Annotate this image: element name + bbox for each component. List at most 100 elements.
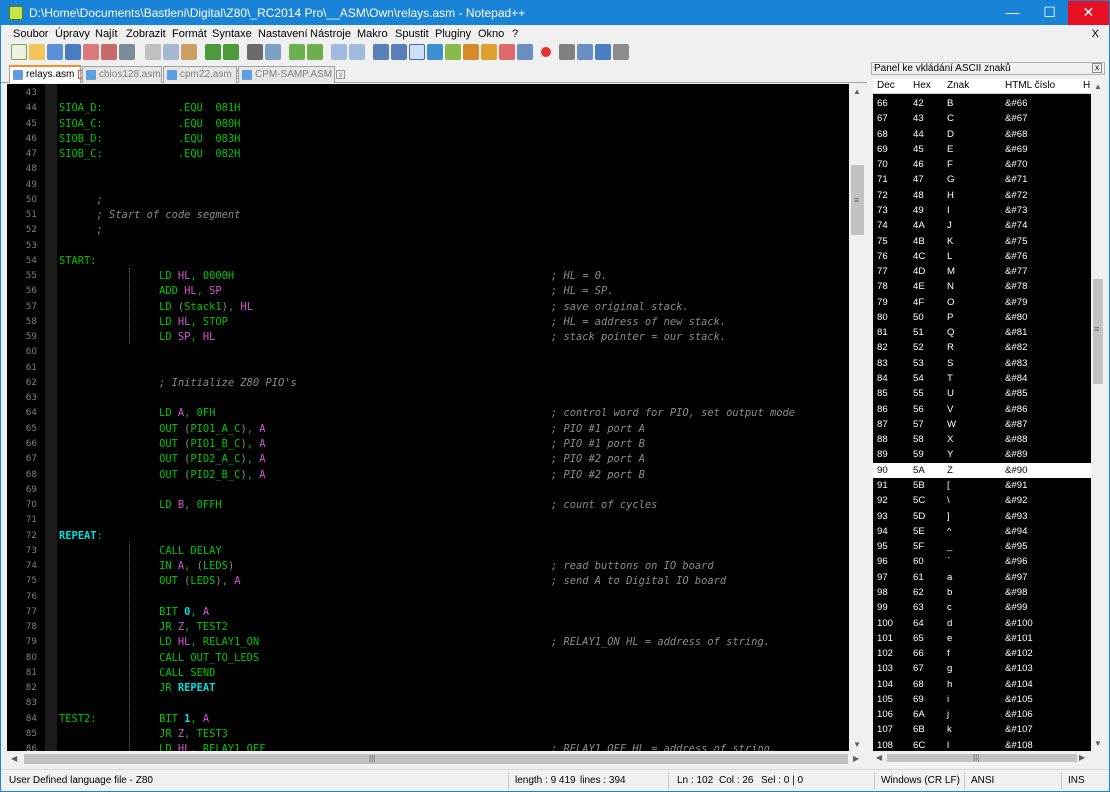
code-line[interactable]: 49 [7,178,849,193]
code-line[interactable]: 60 [7,345,849,360]
copy-icon[interactable] [163,44,179,60]
code-line[interactable]: 51 ; Start of code segment [7,208,849,223]
close-document-x[interactable]: X [1092,28,1099,40]
maximize-button[interactable]: ☐ [1031,1,1068,25]
new-file-icon[interactable] [11,44,27,60]
zoom-in-icon[interactable] [289,44,305,60]
save-macro-icon[interactable] [613,44,629,60]
indent-guide-icon[interactable] [409,44,425,60]
close-file-icon[interactable] [83,44,99,60]
menu-soubor[interactable]: Soubor [13,28,48,40]
menu-spustit[interactable]: Spustit [395,28,429,40]
word-wrap-icon[interactable] [373,44,389,60]
save-all-icon[interactable] [65,44,81,60]
play-macro-icon[interactable] [577,44,593,60]
ascii-row[interactable]: 92 5C \ &#92 [873,493,1091,508]
menu-syntaxe[interactable]: Syntaxe [212,28,252,40]
close-tab-icon[interactable]: x [336,69,346,79]
menu-help[interactable]: ? [512,28,518,40]
ascii-row[interactable]: 90 5A Z &#90 [873,462,1091,478]
zoom-out-icon[interactable] [307,44,323,60]
ascii-row[interactable]: 94 5E ^ &#94 [873,524,1091,539]
code-line[interactable]: 50 ; [7,193,849,208]
title-bar[interactable]: D:\Home\Documents\Bastleni\Digital\Z80\_… [1,1,1109,25]
tab-relays-asm[interactable]: relays.asmx [9,65,88,83]
scroll-down-icon[interactable]: ▼ [1094,739,1102,748]
code-line[interactable]: 68 OUT (PIO2_B_C), A ; PIO #2 port B [7,468,849,483]
ascii-row[interactable]: 74 4A J &#74 [873,218,1091,233]
code-line[interactable]: 79 LD HL, RELAY1_ON ; RELAY1_ON HL = addr… [7,635,849,650]
code-line[interactable]: 58 LD HL, STOP ; HL = address of new stac… [7,315,849,330]
find-icon[interactable] [247,44,263,60]
code-line[interactable]: 55 LD HL, 0000H ; HL = 0. [7,269,849,284]
ascii-row[interactable]: 104 68 h &#104 [873,677,1091,692]
run-macro-multiple-icon[interactable] [595,44,611,60]
sync-vertical-icon[interactable] [331,44,347,60]
code-line[interactable]: 80 CALL OUT_TO_LEDS [7,651,849,666]
close-all-icon[interactable] [101,44,117,60]
code-line[interactable]: 82 JR REPEAT [7,681,849,696]
col-hex[interactable]: Hex [913,80,931,91]
ascii-row[interactable]: 82 52 R &#82 [873,340,1091,355]
ascii-row[interactable]: 105 69 i &#105 [873,692,1091,707]
ascii-row[interactable]: 97 61 a &#97 [873,570,1091,585]
ascii-row[interactable]: 68 44 D &#68 [873,127,1091,142]
doc-map-icon[interactable] [445,44,461,60]
replace-icon[interactable] [265,44,281,60]
ascii-row[interactable]: 108 6C l &#108 [873,738,1091,751]
paste-icon[interactable] [181,44,197,60]
function-list-icon[interactable] [463,44,479,60]
code-line[interactable]: 63 [7,391,849,406]
ascii-row[interactable]: 81 51 Q &#81 [873,325,1091,340]
ascii-row[interactable]: 107 6B k &#107 [873,722,1091,737]
code-line[interactable]: 59 LD SP, HL ; stack pointer = our stack. [7,330,849,345]
ascii-row[interactable]: 100 64 d &#100 [873,616,1091,631]
code-line[interactable]: 71 [7,513,849,528]
col-dec[interactable]: Dec [877,80,895,91]
print-icon[interactable] [119,44,135,60]
show-all-chars-icon[interactable] [391,44,407,60]
monitoring-icon[interactable] [499,44,515,60]
code-line[interactable]: 69 [7,483,849,498]
ascii-row[interactable]: 76 4C L &#76 [873,249,1091,264]
ascii-row[interactable]: 99 63 c &#99 [873,600,1091,615]
code-line[interactable]: 43 [7,86,849,101]
code-line[interactable]: 67 OUT (PIO2_A_C), A ; PIO #2 port A [7,452,849,467]
menu-najit[interactable]: Najít [95,28,118,40]
code-line[interactable]: 72 REPEAT: [7,529,849,544]
code-line[interactable]: 56 ADD HL, SP ; HL = SP. [7,284,849,299]
ascii-row[interactable]: 71 47 G &#71 [873,172,1091,187]
ascii-row[interactable]: 84 54 T &#84 [873,371,1091,386]
ascii-row[interactable]: 72 48 H &#72 [873,188,1091,203]
code-line[interactable]: 46 SIOB_D: .EQU 083H [7,132,849,147]
code-line[interactable]: 86 LD HL, RELAY1_OFF ; RELAY1_OFF HL = ad… [7,742,849,751]
code-line[interactable]: 47 SIOB_C: .EQU 082H [7,147,849,162]
ascii-row[interactable]: 102 66 f &#102 [873,646,1091,661]
close-panel-icon[interactable]: x [1092,63,1102,73]
eye-icon[interactable] [517,44,533,60]
ascii-row[interactable]: 78 4E N &#78 [873,279,1091,294]
tab-cpm22-asm[interactable]: cpm22.asmx [163,66,245,83]
code-line[interactable]: 73 CALL DELAY [7,544,849,559]
ascii-row[interactable]: 98 62 b &#98 [873,585,1091,600]
menu-nastaveni[interactable]: Nastavení [258,28,308,40]
minimize-button[interactable]: — [994,1,1031,25]
ascii-row[interactable]: 96 60 ` &#96 [873,554,1091,569]
col-znak[interactable]: Znak [947,80,969,91]
ascii-row[interactable]: 93 5D] &#93 [873,509,1091,524]
code-line[interactable]: 74 IN A, (LEDS) ; read buttons on IO boar… [7,559,849,574]
menu-makro[interactable]: Makro [357,28,388,40]
menu-pluginy[interactable]: Pluginy [435,28,471,40]
menu-upravy[interactable]: Úpravy [55,28,90,40]
editor-horizontal-scrollbar[interactable]: ◀ ||| ▶ [7,751,866,767]
ascii-horizontal-scrollbar[interactable]: ◀ ||| ▶ [873,751,1091,765]
ascii-row[interactable]: 87 57 W &#87 [873,417,1091,432]
tab-cbios128-asm[interactable]: cbios128.asmx [82,66,174,83]
ascii-row[interactable]: 85 55 U &#85 [873,386,1091,401]
ascii-row[interactable]: 77 4D M &#77 [873,264,1091,279]
ascii-row[interactable]: 75 4B K &#75 [873,234,1091,249]
ascii-row[interactable]: 79 4F O &#79 [873,295,1091,310]
ascii-row[interactable]: 73 49 I &#73 [873,203,1091,218]
menu-okno[interactable]: Okno [478,28,504,40]
col-html[interactable]: HTML číslo [1005,80,1055,91]
